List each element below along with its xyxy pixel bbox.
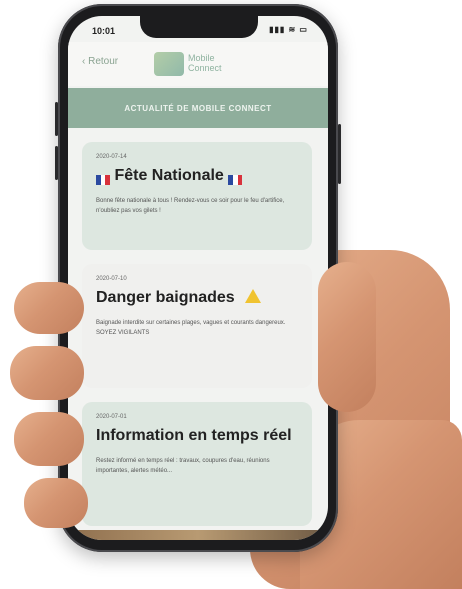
phone-screen: 10:01 ▮▮▮ ≋ ▭ ‹ Retour Mobile Connect AC…: [68, 16, 328, 540]
nav-bar: ‹ Retour Mobile Connect: [68, 42, 328, 86]
french-flag-icon: [228, 171, 243, 185]
power-button: [338, 124, 341, 184]
finger: [10, 346, 84, 400]
back-button[interactable]: ‹ Retour: [82, 56, 118, 67]
section-banner: ACTUALITÉ DE MOBILE CONNECT: [68, 88, 328, 128]
logo-line2: Connect: [188, 63, 222, 73]
thumb: [318, 262, 376, 412]
card-body: Restez informé en temps réel : travaux, …: [96, 458, 270, 474]
warning-icon: [245, 288, 262, 303]
news-card[interactable]: 2020-07-14 Fête Nationale Bonne fête nat…: [82, 142, 312, 250]
finger: [14, 412, 84, 466]
logo-text: Mobile Connect: [188, 53, 222, 73]
phone-frame: 10:01 ▮▮▮ ≋ ▭ ‹ Retour Mobile Connect AC…: [55, 4, 341, 552]
logo-icon: [154, 52, 184, 76]
card-title: Fête Nationale: [114, 167, 224, 184]
card-body: Bonne fête nationale à tous ! Rendez-vou…: [96, 198, 285, 214]
app-logo: Mobile Connect: [154, 50, 254, 80]
status-time: 10:01: [92, 26, 116, 36]
card-title: Information en temps réel: [96, 427, 292, 444]
status-icons: ▮▮▮ ≋ ▭: [269, 25, 308, 34]
card-date: 2020-07-01: [96, 414, 127, 420]
card-date: 2020-07-10: [96, 276, 127, 282]
news-card[interactable]: 2020-07-10 Danger baignades Baignade int…: [82, 264, 312, 388]
card-body: Baignade interdite sur certaines plages,…: [96, 320, 286, 336]
side-button: [55, 102, 58, 136]
next-card-image: [68, 530, 328, 540]
notch: [140, 16, 258, 38]
logo-line1: Mobile: [188, 53, 215, 63]
news-card[interactable]: 2020-07-01 Information en temps réel Res…: [82, 402, 312, 526]
card-date: 2020-07-14: [96, 154, 127, 160]
card-title: Danger baignades: [96, 289, 235, 306]
finger: [24, 478, 88, 528]
finger: [14, 282, 84, 334]
card-title-row: Fête Nationale: [96, 166, 298, 186]
card-title-row: Danger baignades: [96, 288, 298, 308]
side-button: [55, 146, 58, 180]
french-flag-icon: [96, 171, 110, 185]
